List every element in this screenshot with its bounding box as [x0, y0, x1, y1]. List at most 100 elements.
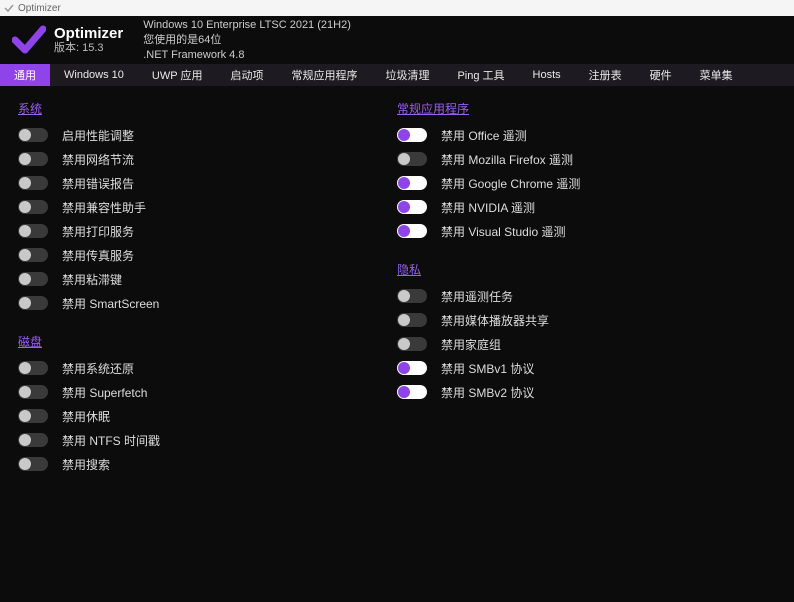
toggle-switch[interactable]: [18, 152, 48, 166]
tab-10[interactable]: 菜单集: [686, 64, 747, 86]
toggle-label: 禁用 SMBv2 协议: [441, 384, 534, 401]
tab-1[interactable]: Windows 10: [50, 64, 138, 86]
toggle-row: 禁用打印服务: [18, 219, 397, 243]
section-title: 隐私: [397, 261, 776, 278]
toggle-label: 禁用系统还原: [62, 360, 134, 377]
toggle-label: 禁用错误报告: [62, 175, 134, 192]
toggle-label: 禁用 Google Chrome 遥测: [441, 175, 580, 192]
toggle-row: 禁用 Office 遥测: [397, 123, 776, 147]
toggle-switch[interactable]: [397, 313, 427, 327]
toggle-row: 禁用搜索: [18, 452, 397, 476]
toggle-switch[interactable]: [18, 224, 48, 238]
left-column: 系统启用性能调整禁用网络节流禁用错误报告禁用兼容性助手禁用打印服务禁用传真服务禁…: [18, 94, 397, 594]
toggle-row: 禁用 Mozilla Firefox 遥测: [397, 147, 776, 171]
app-header: Optimizer 版本: 15.3 Windows 10 Enterprise…: [0, 16, 794, 64]
framework-line: .NET Framework 4.8: [143, 48, 351, 63]
toggle-row: 禁用 SMBv2 协议: [397, 380, 776, 404]
tab-0[interactable]: 通用: [0, 64, 50, 86]
tab-9[interactable]: 硬件: [636, 64, 686, 86]
toggle-row: 禁用网络节流: [18, 147, 397, 171]
toggle-row: 禁用媒体播放器共享: [397, 308, 776, 332]
app-logo: Optimizer 版本: 15.3: [12, 23, 123, 57]
app-name: Optimizer: [54, 26, 123, 42]
check-icon: [12, 23, 46, 57]
toggle-row: 禁用兼容性助手: [18, 195, 397, 219]
toggle-switch[interactable]: [397, 224, 427, 238]
toggle-knob: [398, 201, 410, 213]
toggle-switch[interactable]: [397, 289, 427, 303]
window-title: Optimizer: [18, 3, 61, 14]
toggle-row: 禁用错误报告: [18, 171, 397, 195]
toggle-switch[interactable]: [18, 361, 48, 375]
toggle-knob: [398, 129, 410, 141]
toggle-label: 禁用 Visual Studio 遥测: [441, 223, 566, 240]
toggle-switch[interactable]: [18, 272, 48, 286]
toggle-knob: [19, 386, 31, 398]
toggle-switch[interactable]: [397, 361, 427, 375]
toggle-label: 禁用网络节流: [62, 151, 134, 168]
toggle-knob: [19, 129, 31, 141]
tab-8[interactable]: 注册表: [575, 64, 636, 86]
toggle-row: 禁用 Google Chrome 遥测: [397, 171, 776, 195]
toggle-switch[interactable]: [397, 385, 427, 399]
toggle-label: 禁用 NTFS 时间戳: [62, 432, 160, 449]
os-titlebar: Optimizer: [0, 0, 794, 16]
toggle-knob: [398, 362, 410, 374]
toggle-knob: [19, 434, 31, 446]
toggle-label: 禁用 Office 遥测: [441, 127, 527, 144]
toggle-switch[interactable]: [397, 128, 427, 142]
toggle-row: 禁用粘滞键: [18, 267, 397, 291]
toggle-switch[interactable]: [397, 152, 427, 166]
toggle-knob: [398, 153, 410, 165]
toggle-label: 禁用媒体播放器共享: [441, 312, 549, 329]
toggle-knob: [398, 386, 410, 398]
toggle-switch[interactable]: [397, 200, 427, 214]
toggle-knob: [19, 297, 31, 309]
toggle-switch[interactable]: [18, 409, 48, 423]
section-title: 系统: [18, 100, 397, 117]
toggle-knob: [398, 225, 410, 237]
os-line: Windows 10 Enterprise LTSC 2021 (21H2): [143, 18, 351, 33]
tab-2[interactable]: UWP 应用: [138, 64, 217, 86]
toggle-row: 禁用 Visual Studio 遥测: [397, 219, 776, 243]
toggle-switch[interactable]: [18, 248, 48, 262]
system-info: Windows 10 Enterprise LTSC 2021 (21H2) 您…: [143, 18, 351, 63]
toggle-label: 禁用粘滞键: [62, 271, 122, 288]
tab-7[interactable]: Hosts: [519, 64, 575, 86]
toggle-switch[interactable]: [18, 128, 48, 142]
toggle-knob: [398, 177, 410, 189]
tab-3[interactable]: 启动项: [216, 64, 277, 86]
section-title: 磁盘: [18, 333, 397, 350]
section-title: 常规应用程序: [397, 100, 776, 117]
toggle-switch[interactable]: [397, 176, 427, 190]
toggle-label: 禁用 SmartScreen: [62, 295, 159, 312]
app-root: Optimizer 版本: 15.3 Windows 10 Enterprise…: [0, 16, 794, 602]
toggle-knob: [398, 314, 410, 326]
toggle-knob: [19, 249, 31, 261]
toggle-knob: [19, 153, 31, 165]
toggle-knob: [19, 225, 31, 237]
toggle-switch[interactable]: [18, 385, 48, 399]
toggle-row: 禁用 SmartScreen: [18, 291, 397, 315]
tab-6[interactable]: Ping 工具: [443, 64, 518, 86]
toggle-label: 禁用 NVIDIA 遥测: [441, 199, 535, 216]
toggle-label: 禁用 SMBv1 协议: [441, 360, 534, 377]
toggle-label: 禁用兼容性助手: [62, 199, 146, 216]
toggle-switch[interactable]: [18, 176, 48, 190]
toggle-switch[interactable]: [18, 200, 48, 214]
toggle-switch[interactable]: [18, 296, 48, 310]
tab-5[interactable]: 垃圾清理: [371, 64, 443, 86]
toggle-row: 禁用传真服务: [18, 243, 397, 267]
toggle-switch[interactable]: [18, 457, 48, 471]
toggle-label: 启用性能调整: [62, 127, 134, 144]
tab-4[interactable]: 常规应用程序: [277, 64, 371, 86]
toggle-knob: [19, 177, 31, 189]
toggle-label: 禁用家庭组: [441, 336, 501, 353]
toggle-label: 禁用 Mozilla Firefox 遥测: [441, 151, 573, 168]
toggle-switch[interactable]: [18, 433, 48, 447]
app-version: 版本: 15.3: [54, 42, 123, 55]
right-column: 常规应用程序禁用 Office 遥测禁用 Mozilla Firefox 遥测禁…: [397, 94, 776, 594]
toggle-row: 禁用 Superfetch: [18, 380, 397, 404]
toggle-switch[interactable]: [397, 337, 427, 351]
toggle-row: 禁用家庭组: [397, 332, 776, 356]
